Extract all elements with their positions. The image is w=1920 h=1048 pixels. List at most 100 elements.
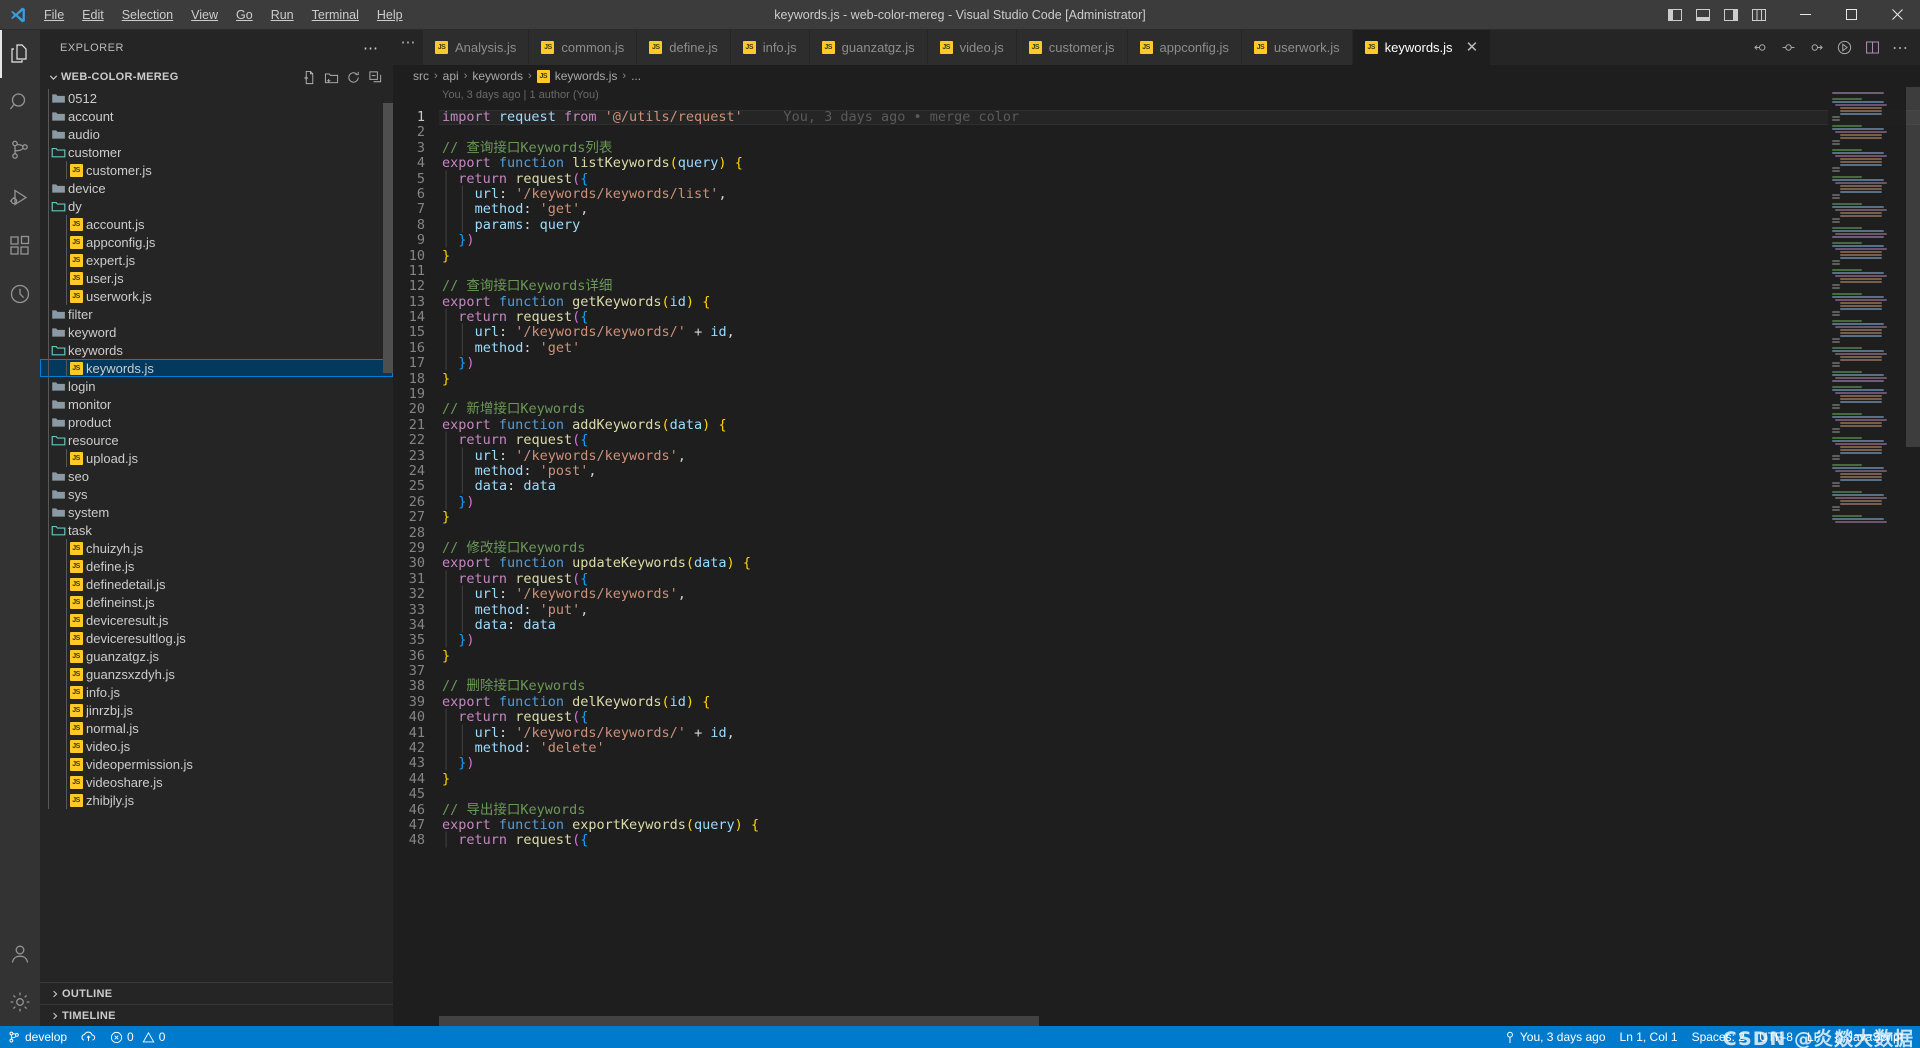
minimap[interactable] bbox=[1828, 87, 1906, 1026]
code-line[interactable]: export function getKeywords(id) { bbox=[439, 294, 1920, 310]
code-line[interactable] bbox=[439, 264, 1920, 279]
tree-file-row[interactable]: JS upload.js bbox=[40, 449, 393, 467]
menu-edit[interactable]: Edit bbox=[73, 2, 113, 28]
tree-folder-row[interactable]: task bbox=[40, 521, 393, 539]
tree-file-row[interactable]: JS deviceresultlog.js bbox=[40, 629, 393, 647]
code-line[interactable]: export function addKeywords(data) { bbox=[439, 417, 1920, 433]
code-line[interactable]: │ │ method: 'get', bbox=[439, 202, 1920, 217]
code-line[interactable]: import request from '@/utils/request' Yo… bbox=[439, 109, 1920, 125]
tree-folder-row[interactable]: 0512 bbox=[40, 89, 393, 107]
tree-file-row[interactable]: JS user.js bbox=[40, 269, 393, 287]
code-line[interactable]: │ │ data: data bbox=[439, 479, 1920, 494]
tree-folder-row[interactable]: monitor bbox=[40, 395, 393, 413]
editor-tab[interactable]: JS common.js bbox=[529, 30, 638, 65]
tree-folder-row[interactable]: dy bbox=[40, 197, 393, 215]
editor-tab[interactable]: JS userwork.js bbox=[1241, 30, 1353, 65]
tree-file-row[interactable]: JS guanzatgz.js bbox=[40, 647, 393, 665]
menu-help[interactable]: Help bbox=[368, 2, 412, 28]
tabs-overflow-icon[interactable]: ⋯ bbox=[393, 30, 423, 54]
editor-tab[interactable]: JS define.js bbox=[637, 30, 731, 65]
new-file-icon[interactable] bbox=[302, 70, 317, 85]
tree-file-row[interactable]: JS zhibjly.js bbox=[40, 791, 393, 809]
code-line[interactable]: │ │ url: '/keywords/keywords/' + id, bbox=[439, 725, 1920, 741]
timeline-panel-header[interactable]: TIMELINE bbox=[40, 1004, 393, 1026]
code-line[interactable]: │ return request({ bbox=[439, 833, 1920, 848]
go-previous-change-icon[interactable] bbox=[1748, 36, 1772, 60]
code-line[interactable]: // 修改接口Keywords bbox=[439, 540, 1920, 556]
code-line[interactable]: // 新增接口Keywords bbox=[439, 402, 1920, 417]
code-line[interactable]: │ }) bbox=[439, 494, 1920, 510]
code-line[interactable]: │ │ data: data bbox=[439, 617, 1920, 633]
editor-tab[interactable]: JS info.js bbox=[730, 30, 810, 65]
code-line[interactable] bbox=[439, 387, 1920, 402]
tree-folder-row[interactable]: customer bbox=[40, 143, 393, 161]
code-line[interactable]: │ │ url: '/keywords/keywords', bbox=[439, 448, 1920, 464]
tree-folder-row[interactable]: filter bbox=[40, 305, 393, 323]
breadcrumb-item-file[interactable]: keywords.js bbox=[555, 69, 618, 83]
tree-folder-row[interactable]: account bbox=[40, 107, 393, 125]
menu-selection[interactable]: Selection bbox=[113, 2, 182, 28]
status-encoding[interactable]: UTF-8 bbox=[1752, 1026, 1800, 1048]
refresh-icon[interactable] bbox=[346, 70, 361, 85]
sidebar-scrollbar[interactable] bbox=[383, 103, 393, 373]
tree-folder-row[interactable]: keyword bbox=[40, 323, 393, 341]
status-sync[interactable] bbox=[74, 1026, 103, 1048]
editor-tab[interactable]: JS video.js bbox=[927, 30, 1017, 65]
status-indentation[interactable]: Spaces: 2 bbox=[1685, 1026, 1752, 1048]
code-line[interactable] bbox=[439, 787, 1920, 802]
code-line[interactable]: │ │ method: 'post', bbox=[439, 463, 1920, 479]
code-line[interactable]: │ }) bbox=[439, 633, 1920, 648]
go-next-change-icon[interactable] bbox=[1804, 36, 1828, 60]
tree-folder-row[interactable]: resource bbox=[40, 431, 393, 449]
code-line[interactable]: │ │ params: query bbox=[439, 217, 1920, 233]
explorer-more-actions-icon[interactable]: ⋯ bbox=[363, 39, 385, 57]
window-minimize-button[interactable] bbox=[1782, 0, 1828, 30]
new-folder-icon[interactable] bbox=[324, 70, 339, 85]
tree-file-row[interactable]: JS normal.js bbox=[40, 719, 393, 737]
code-line[interactable]: │ return request({ bbox=[439, 710, 1920, 725]
activity-timeline[interactable] bbox=[0, 270, 40, 318]
tree-file-row[interactable]: JS appconfig.js bbox=[40, 233, 393, 251]
breadcrumb-item-api[interactable]: api bbox=[443, 69, 459, 83]
tree-folder-row[interactable]: login bbox=[40, 377, 393, 395]
tree-file-row[interactable]: JS info.js bbox=[40, 683, 393, 701]
breadcrumb-item-src[interactable]: src bbox=[413, 69, 429, 83]
tree-file-row[interactable]: JS customer.js bbox=[40, 161, 393, 179]
toggle-primary-sidebar-icon[interactable] bbox=[1662, 2, 1688, 28]
activity-explorer[interactable] bbox=[0, 30, 40, 78]
tree-file-row[interactable]: JS account.js bbox=[40, 215, 393, 233]
collapse-all-icon[interactable] bbox=[368, 70, 383, 85]
code-line[interactable]: } bbox=[439, 248, 1920, 264]
breadcrumb-item-symbols[interactable]: ... bbox=[631, 69, 641, 83]
tree-file-row[interactable]: JS define.js bbox=[40, 557, 393, 575]
code-line[interactable]: // 查询接口Keywords列表 bbox=[439, 140, 1920, 156]
activity-source-control[interactable] bbox=[0, 126, 40, 174]
code-line[interactable]: │ }) bbox=[439, 756, 1920, 771]
activity-extensions[interactable] bbox=[0, 222, 40, 270]
code-line[interactable]: │ │ url: '/keywords/keywords/' + id, bbox=[439, 325, 1920, 340]
code-line[interactable]: │ return request({ bbox=[439, 571, 1920, 587]
tree-folder-row[interactable]: keywords bbox=[40, 341, 393, 359]
code-line[interactable]: export function updateKeywords(data) { bbox=[439, 556, 1920, 571]
code-line[interactable]: // 导出接口Keywords bbox=[439, 802, 1920, 818]
code-line[interactable]: } bbox=[439, 509, 1920, 525]
tab-close-icon[interactable]: ✕ bbox=[1466, 40, 1479, 55]
editor-tab[interactable]: JS Analysis.js bbox=[423, 30, 530, 65]
editor-tab[interactable]: JS guanzatgz.js bbox=[809, 30, 928, 65]
editor-tab[interactable]: JS appconfig.js bbox=[1127, 30, 1242, 65]
outline-panel-header[interactable]: OUTLINE bbox=[40, 982, 393, 1004]
code-line[interactable]: │ │ method: 'put', bbox=[439, 602, 1920, 618]
editor-tab[interactable]: JS keywords.js ✕ bbox=[1352, 30, 1492, 65]
tree-folder-row[interactable]: audio bbox=[40, 125, 393, 143]
tree-file-row[interactable]: JS video.js bbox=[40, 737, 393, 755]
code-line[interactable]: │ │ url: '/keywords/keywords', bbox=[439, 586, 1920, 602]
activity-bar[interactable] bbox=[0, 30, 40, 1026]
status-cursor-position[interactable]: Ln 1, Col 1 bbox=[1613, 1026, 1685, 1048]
tree-folder-row[interactable]: sys bbox=[40, 485, 393, 503]
code-content[interactable]: import request from '@/utils/request' Yo… bbox=[439, 109, 1920, 849]
code-line[interactable]: export function exportKeywords(query) { bbox=[439, 817, 1920, 833]
code-line[interactable] bbox=[439, 526, 1920, 541]
status-language-mode[interactable]: {} JavaScript bbox=[1828, 1026, 1910, 1048]
toggle-secondary-sidebar-icon[interactable] bbox=[1718, 2, 1744, 28]
code-line[interactable]: │ }) bbox=[439, 232, 1920, 248]
